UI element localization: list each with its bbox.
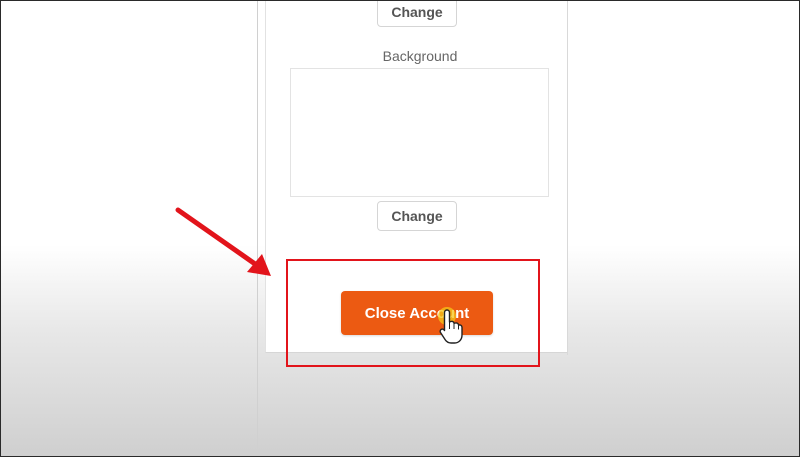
red-arrow-icon xyxy=(175,207,271,276)
panel-border-right xyxy=(567,0,568,355)
highlight-box xyxy=(286,259,540,367)
hand-pointer-icon xyxy=(438,307,463,344)
change-avatar-button[interactable]: Change xyxy=(377,0,457,27)
change-background-button[interactable]: Change xyxy=(377,201,457,231)
background-preview xyxy=(290,68,549,197)
background-label: Background xyxy=(382,48,458,64)
